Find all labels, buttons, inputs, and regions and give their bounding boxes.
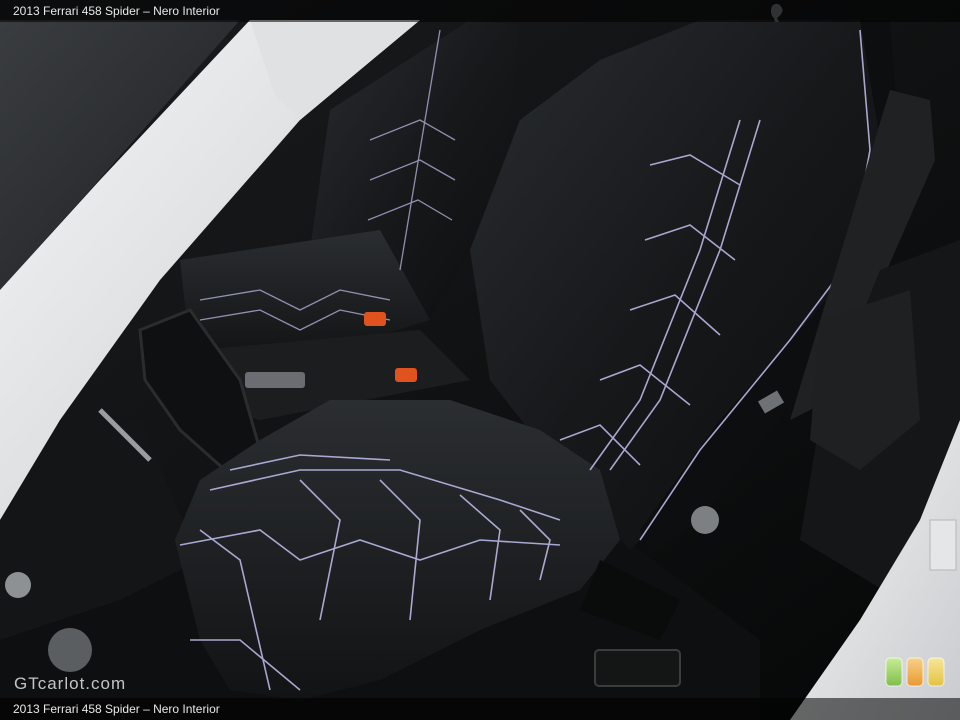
door-handle-knob — [48, 628, 92, 672]
caption-bottom-text: 2013 Ferrari 458 Spider – Nero Interior — [13, 702, 220, 716]
car-interior-photo — [0, 0, 960, 720]
console-panel — [245, 372, 305, 388]
door-sticker — [929, 519, 957, 571]
driver-seat-lever — [395, 368, 417, 382]
seat-adjust-knob — [691, 506, 719, 534]
floor-hinge — [594, 649, 681, 687]
caption-top: 2013 Ferrari 458 Spider – Nero Interior — [0, 0, 960, 22]
pedal-knob — [5, 572, 31, 598]
watermark: GTcarlot.com — [14, 674, 127, 693]
rating-badges-icon — [885, 657, 945, 687]
passenger-seat-lever — [364, 312, 386, 326]
photo-frame: 2013 Ferrari 458 Spider – Nero Interior … — [0, 0, 960, 720]
caption-bottom: 2013 Ferrari 458 Spider – Nero Interior — [0, 698, 960, 720]
caption-top-text: 2013 Ferrari 458 Spider – Nero Interior — [13, 4, 220, 18]
